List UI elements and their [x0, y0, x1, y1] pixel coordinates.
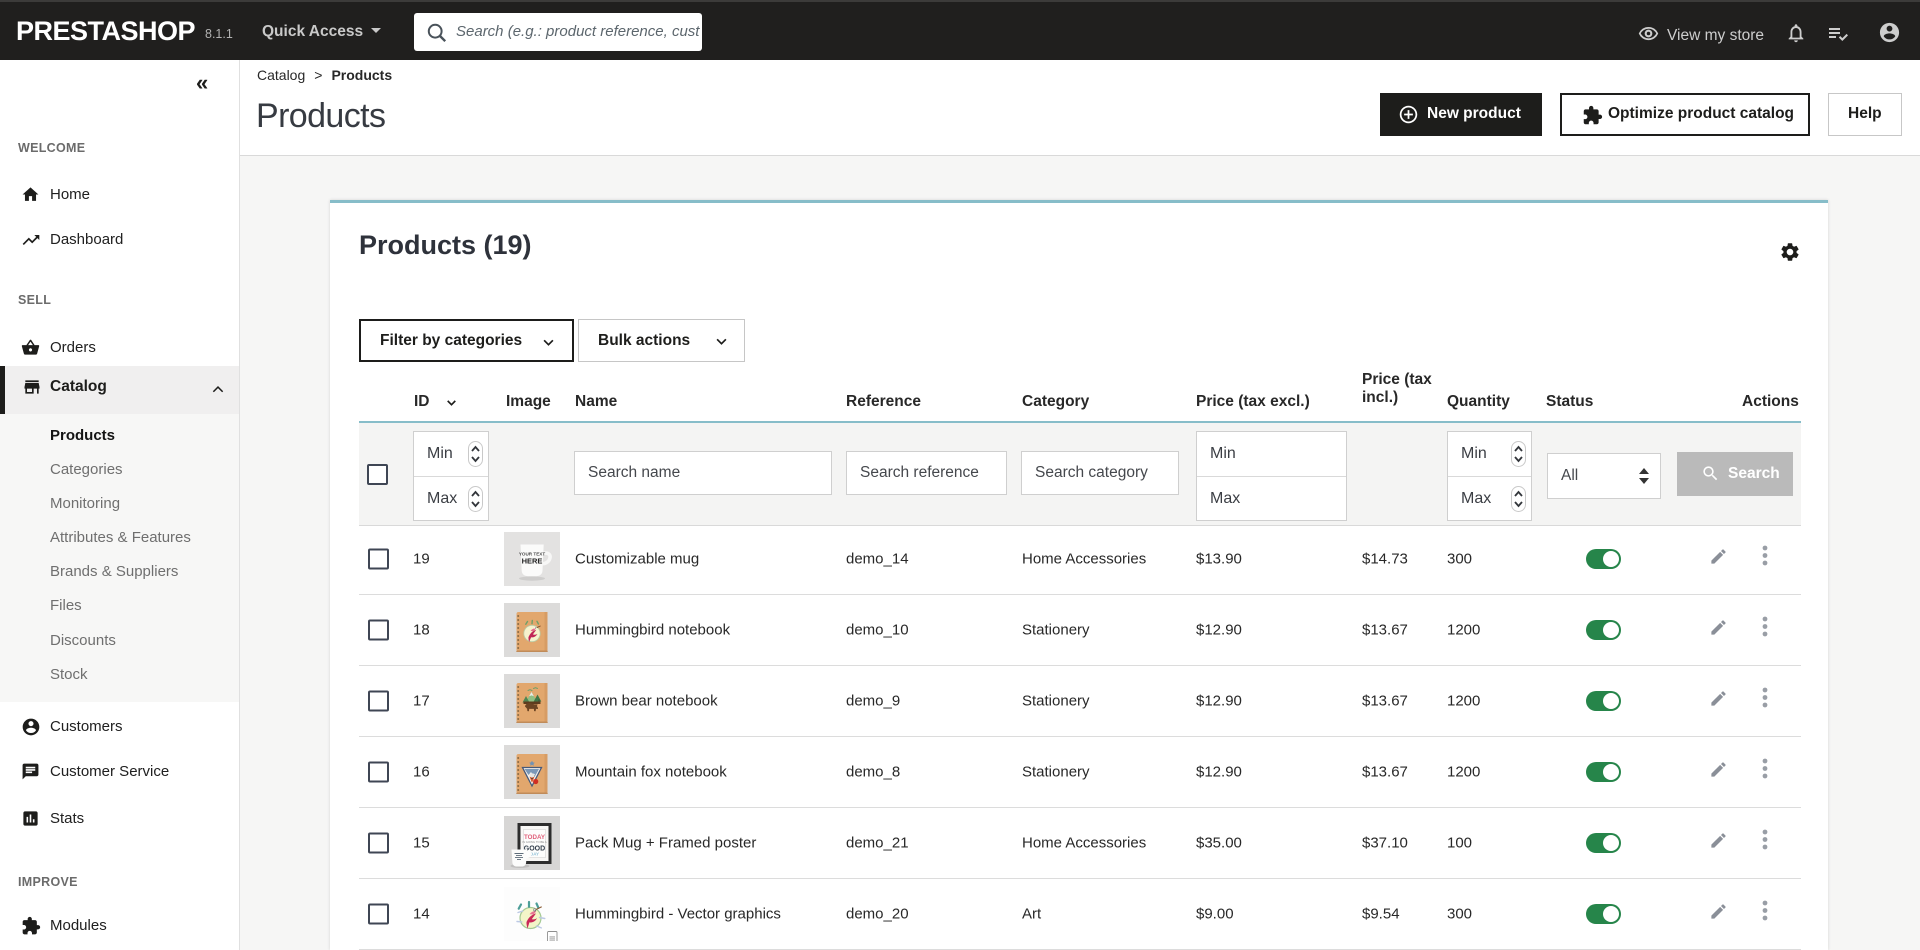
svg-text:HERE: HERE [522, 557, 543, 566]
svg-text:IS GOING TO BE A: IS GOING TO BE A [522, 840, 546, 844]
